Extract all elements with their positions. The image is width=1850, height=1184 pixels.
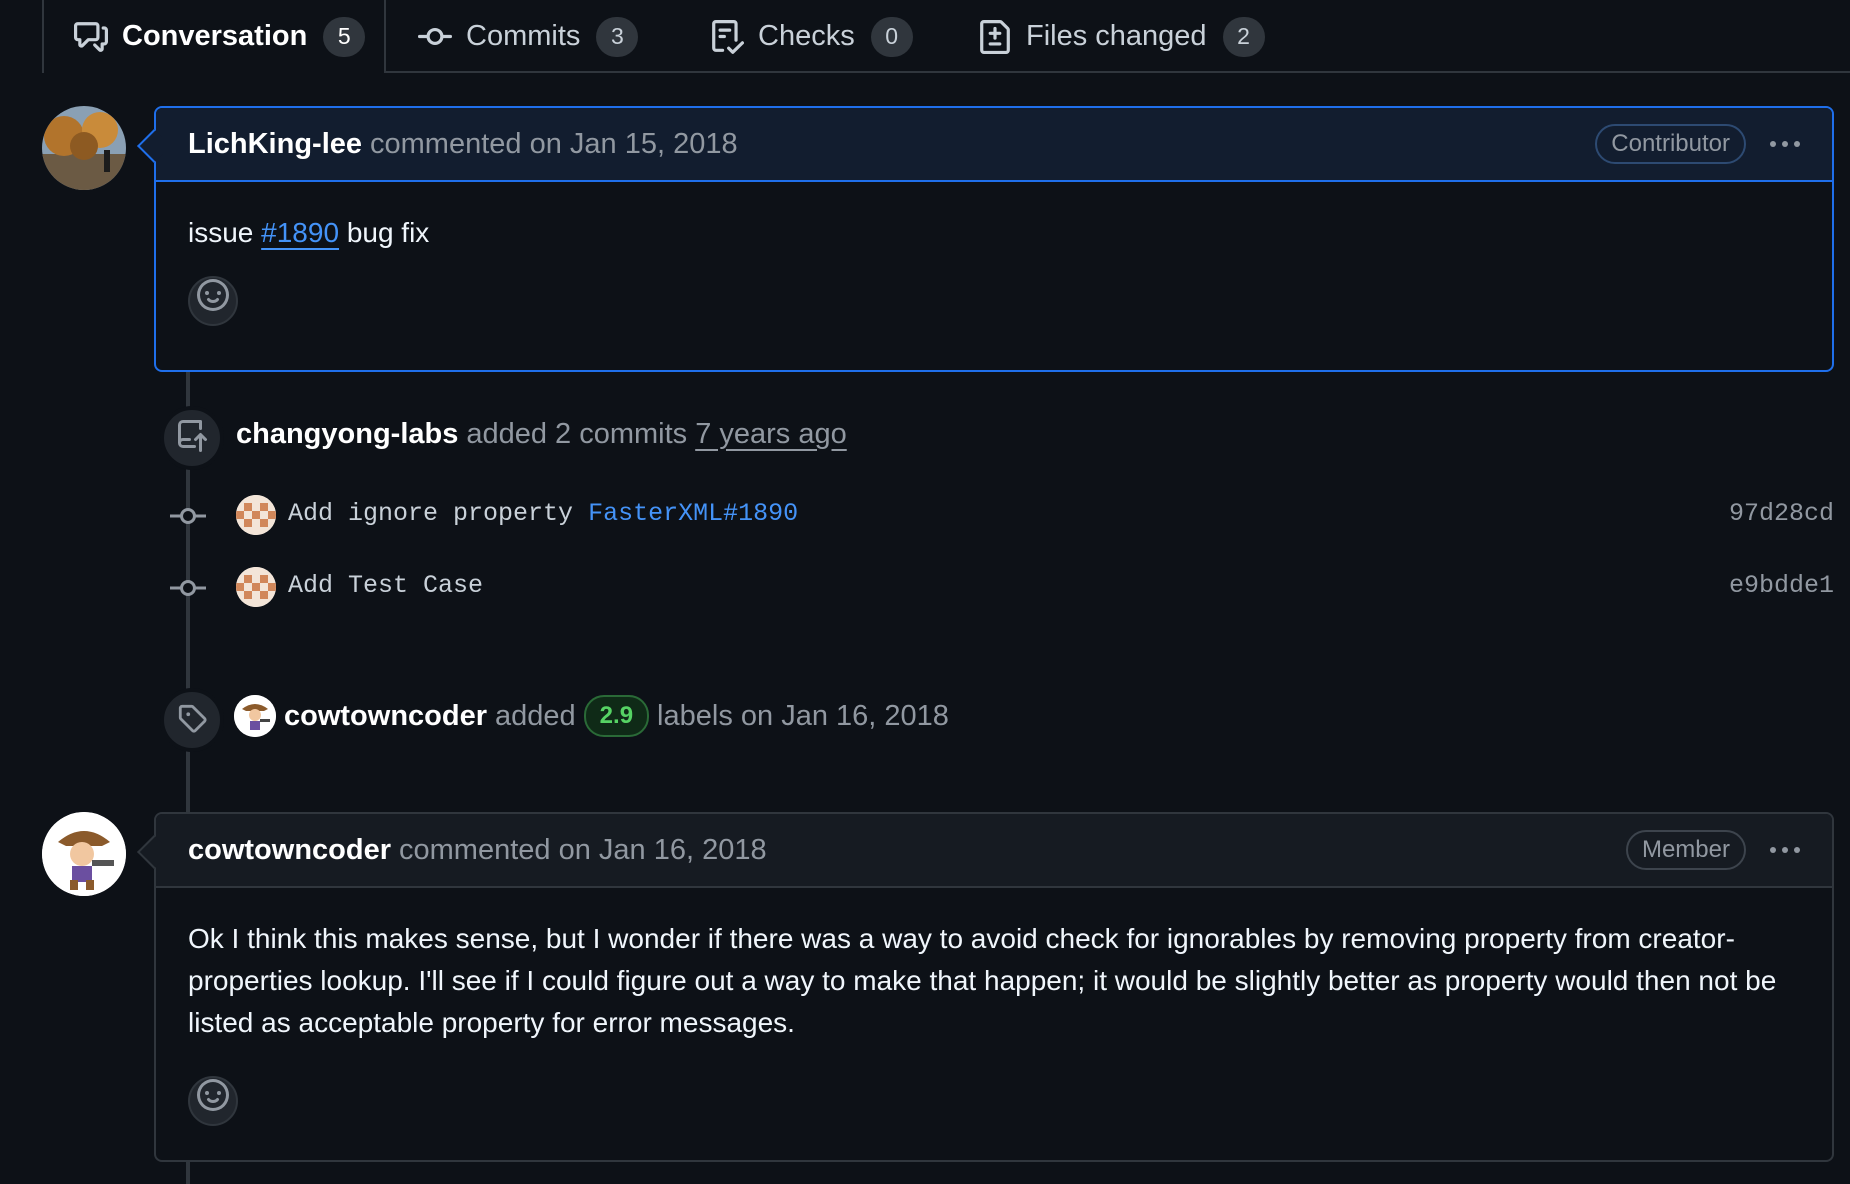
comment-card: cowtowncoder commented on Jan 16, 2018 M… bbox=[137, 812, 1834, 1162]
avatar[interactable] bbox=[236, 495, 276, 535]
comment-text: Ok I think this makes sense, but I wonde… bbox=[188, 923, 1777, 1038]
event-action: added bbox=[495, 699, 576, 732]
comment-text: bug fix bbox=[346, 217, 430, 248]
tab-counter: 2 bbox=[1222, 16, 1265, 57]
commit-message-text[interactable]: Add ignore property bbox=[288, 499, 573, 528]
comment-card: LichKing-lee commented on Jan 15, 2018 C… bbox=[137, 106, 1834, 372]
git-commit-icon bbox=[418, 20, 452, 54]
tag-icon bbox=[177, 703, 207, 738]
comment-text: issue bbox=[188, 217, 254, 248]
tab-label: Commits bbox=[466, 20, 581, 52]
add-reaction-button[interactable] bbox=[188, 276, 238, 326]
avatar[interactable] bbox=[234, 695, 276, 737]
more-options-icon[interactable] bbox=[1770, 847, 1800, 853]
comment-body: issue #1890 bug fix bbox=[156, 182, 1832, 354]
tab-counter: 5 bbox=[323, 16, 366, 57]
comment-caret bbox=[137, 129, 171, 163]
tab-counter: 3 bbox=[596, 16, 639, 57]
checklist-icon bbox=[710, 19, 744, 54]
git-commit-icon bbox=[170, 576, 206, 605]
commit-issue-link[interactable]: FasterXML#1890 bbox=[588, 499, 798, 528]
comment-header: LichKing-lee commented on Jan 15, 2018 C… bbox=[137, 108, 1832, 182]
commit-message[interactable]: Add ignore property FasterXML#1890 bbox=[288, 499, 798, 528]
repo-push-icon bbox=[176, 419, 208, 457]
commit-sha[interactable]: e9bdde1 bbox=[1729, 571, 1834, 600]
commit-row: Add ignore property FasterXML#1890 97d28… bbox=[0, 491, 1850, 541]
comment-timestamp[interactable]: commented on Jan 15, 2018 bbox=[370, 128, 738, 161]
file-diff-icon bbox=[978, 19, 1012, 54]
commit-sha[interactable]: 97d28cd bbox=[1729, 499, 1834, 528]
commit-row: Add Test Case e9bdde1 bbox=[0, 563, 1850, 613]
tab-label: Conversation bbox=[122, 20, 308, 52]
comment-discussion-icon bbox=[74, 20, 108, 54]
pr-tab-bar: Conversation 5 Commits 3 Checks 0 Files … bbox=[0, 0, 1850, 73]
push-event-badge bbox=[160, 406, 224, 470]
event-time[interactable]: 7 years ago bbox=[695, 418, 847, 451]
tab-counter: 0 bbox=[870, 16, 913, 57]
comment-author[interactable]: LichKing-lee bbox=[188, 128, 362, 161]
comment-author[interactable]: cowtowncoder bbox=[188, 834, 391, 867]
add-reaction-button[interactable] bbox=[188, 1076, 238, 1126]
tab-label: Files changed bbox=[1026, 20, 1207, 52]
more-options-icon[interactable] bbox=[1770, 141, 1800, 147]
tab-files-changed[interactable]: Files changed 2 bbox=[978, 0, 1265, 73]
comment-timestamp[interactable]: commented on Jan 16, 2018 bbox=[399, 834, 767, 867]
issue-link[interactable]: #1890 bbox=[261, 217, 339, 248]
label-event-badge bbox=[160, 688, 224, 752]
event-author[interactable]: changyong-labs bbox=[236, 418, 458, 451]
commits-event: changyong-labs added 2 commits 7 years a… bbox=[236, 414, 847, 454]
tab-label: Checks bbox=[758, 20, 855, 52]
tab-commits[interactable]: Commits 3 bbox=[418, 0, 639, 73]
role-badge: Contributor bbox=[1595, 124, 1746, 164]
tab-checks[interactable]: Checks 0 bbox=[710, 0, 913, 73]
commit-message[interactable]: Add Test Case bbox=[288, 571, 483, 600]
avatar[interactable] bbox=[42, 106, 126, 190]
comment-body: Ok I think this makes sense, but I wonde… bbox=[156, 888, 1832, 1154]
avatar[interactable] bbox=[42, 812, 126, 896]
smiley-icon bbox=[197, 1079, 229, 1123]
label-pill[interactable]: 2.9 bbox=[583, 695, 650, 737]
avatar[interactable] bbox=[236, 567, 276, 607]
comment-header: cowtowncoder commented on Jan 16, 2018 M… bbox=[137, 814, 1832, 888]
smiley-icon bbox=[197, 279, 229, 323]
role-badge: Member bbox=[1625, 830, 1746, 870]
event-action: added 2 commits bbox=[466, 417, 688, 450]
label-event: cowtowncoder added 2.9 labels on Jan 16,… bbox=[234, 694, 949, 738]
git-commit-icon bbox=[170, 504, 206, 533]
comment-caret bbox=[137, 835, 171, 869]
event-suffix: labels on Jan 16, 2018 bbox=[657, 699, 949, 732]
event-author[interactable]: cowtowncoder bbox=[284, 700, 487, 733]
tab-conversation[interactable]: Conversation 5 bbox=[42, 0, 386, 73]
